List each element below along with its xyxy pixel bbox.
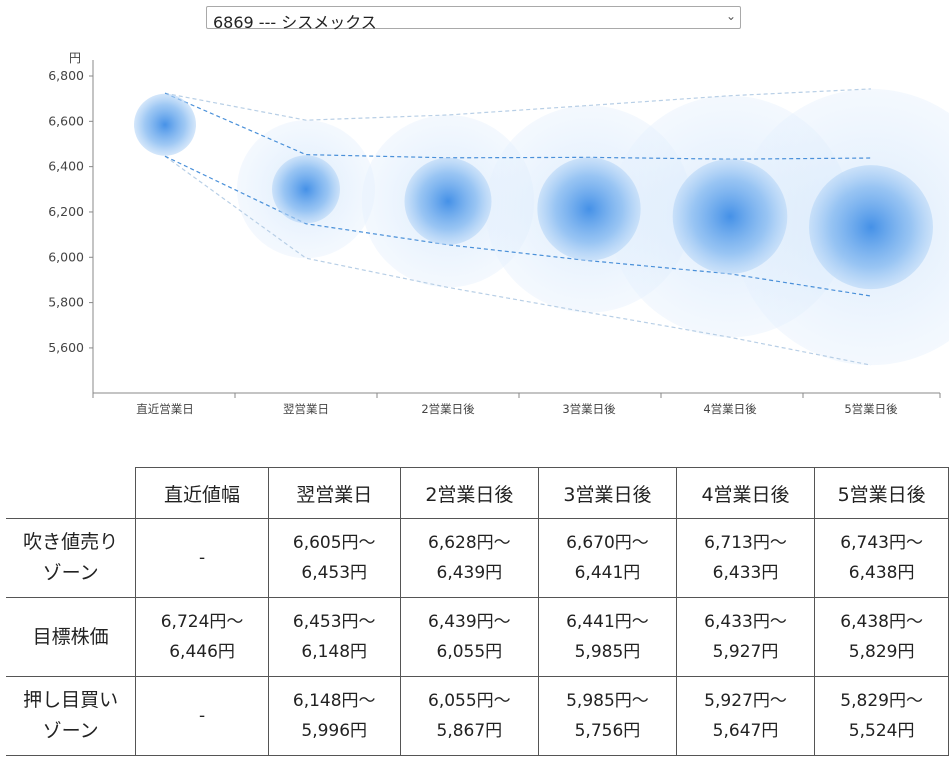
row-label-line: 目標株価 xyxy=(32,625,109,648)
table-cell: 5,985円～ 5,756円 xyxy=(538,676,677,756)
cell-line: 5,996円 xyxy=(301,721,368,741)
table-header-cell: 4営業日後 xyxy=(675,467,816,519)
y-tick-label: 6,800 xyxy=(48,68,84,83)
cell-line: 6,433円 xyxy=(712,563,779,583)
y-tick-label: 5,800 xyxy=(48,295,84,310)
cell-line: 5,829円 xyxy=(848,642,915,662)
x-tick-label: 4営業日後 xyxy=(703,402,757,416)
x-tick-label: 2営業日後 xyxy=(421,402,475,416)
table-cell: 6,628円～ 6,439円 xyxy=(399,518,540,598)
cell-line: 6,433円～ xyxy=(704,612,787,632)
y-tick-label: 6,600 xyxy=(48,113,84,128)
y-tick-label: 6,200 xyxy=(48,204,84,219)
row-label-line: 押し目買い xyxy=(23,689,119,711)
cell-line: 5,524円 xyxy=(848,721,915,741)
forecast-chart: 円 6,800 6,600 6,400 6,200 6,000 5,800 5,600 直近営業… xyxy=(48,51,949,416)
cell-line: 6,438円～ xyxy=(840,612,923,632)
table-corner-cell xyxy=(6,467,137,519)
cell-line: 5,867円 xyxy=(436,721,503,741)
stock-select[interactable]: 6869 --- シスメックス ⌄ xyxy=(206,6,741,32)
forecast-table: 直近値幅 翌営業日 2営業日後 3営業日後 4営業日後 5営業日後吹き値売りゾーン - 6,6… xyxy=(6,467,949,756)
cell-line: 6,605円～ xyxy=(292,533,376,553)
cell-line: 6,441円～ xyxy=(566,612,649,632)
cell-line: 6,439円～ xyxy=(428,612,511,632)
table-header-cell: 3営業日後 xyxy=(538,467,677,519)
cell-line: 6,148円 xyxy=(301,642,368,662)
cell-line: 5,829円～ xyxy=(840,691,923,711)
cell-line: 6,055円～ xyxy=(428,691,511,711)
cell-line: 5,756円 xyxy=(574,721,641,741)
table-cell: 6,439円～ 6,055円 xyxy=(399,597,540,677)
row-label-line: 吹き値売り xyxy=(23,531,119,553)
table-header-cell: 5営業日後 xyxy=(814,467,949,519)
table-cell: 6,055円～ 5,867円 xyxy=(399,676,540,756)
cell-line: 6,628円～ xyxy=(428,533,511,553)
table-cell: 6,670円～ 6,441円 xyxy=(538,518,677,598)
cell-line: 6,453円～ xyxy=(292,612,376,632)
target-bubble xyxy=(404,157,492,245)
x-tick-label: 直近営業日 xyxy=(136,402,194,416)
cell-line: 6,713円～ xyxy=(704,533,787,553)
y-tick-label: 5,600 xyxy=(48,340,84,355)
cell-line: 6,743円～ xyxy=(840,533,923,553)
y-tick-label: 6,000 xyxy=(48,249,84,264)
y-unit-label: 円 xyxy=(69,51,81,65)
cell-line: - xyxy=(198,548,206,568)
table-cell: 6,433円～ 5,927円 xyxy=(675,597,816,677)
cell-line: 6,670円～ xyxy=(566,533,649,553)
table-cell: - xyxy=(135,518,269,598)
cell-line: 6,446円 xyxy=(169,642,235,662)
table-cell: - xyxy=(135,676,269,756)
table-row: 目標株価 6,724円～ 6,446円 6,453円～ 6,148円 6,439円～ 6,0… xyxy=(6,597,949,677)
row-label: 押し目買い ゾーン xyxy=(6,676,137,756)
table-header-cell: 2営業日後 xyxy=(399,467,540,519)
table-cell: 6,441円～ 5,985円 xyxy=(538,597,677,677)
table-cell: 6,724円～ 6,446円 xyxy=(135,597,269,677)
cell-line: 5,927円～ xyxy=(704,691,787,711)
target-bubble xyxy=(272,155,340,224)
cell-line: 5,985円～ xyxy=(566,691,649,711)
table-cell: 5,927円～ 5,647円 xyxy=(675,676,816,756)
cell-line: 6,438円 xyxy=(848,563,915,583)
x-tick-label: 5営業日後 xyxy=(844,402,898,416)
cell-line: 6,724円～ xyxy=(160,612,244,632)
table-cell: 6,453円～ 6,148円 xyxy=(267,597,401,677)
y-tick-label: 6,400 xyxy=(48,159,84,174)
row-label: 吹き値売り ゾーン xyxy=(6,518,137,598)
table-cell: 6,438円～ 5,829円 xyxy=(814,597,949,677)
stock-select-value: 6869 --- シスメックス xyxy=(213,13,377,32)
row-label-line: ゾーン xyxy=(42,720,99,742)
cell-line: 6,055円 xyxy=(436,642,503,662)
cell-line: 5,927円 xyxy=(712,642,779,662)
target-bubble xyxy=(134,93,196,156)
table-cell: 6,605円～ 6,453円 xyxy=(267,518,401,598)
table-cell: 6,713円～ 6,433円 xyxy=(675,518,816,598)
table-header-cell: 直近値幅 xyxy=(135,467,269,519)
target-bubble xyxy=(672,159,788,274)
cell-line: 6,441円 xyxy=(574,563,641,583)
x-tick-label: 3営業日後 xyxy=(562,402,616,416)
table-cell: 6,743円～ 6,438円 xyxy=(814,518,949,598)
target-bubble xyxy=(809,165,933,290)
row-label-line: ゾーン xyxy=(42,562,99,584)
cell-line: 5,647円 xyxy=(712,721,779,741)
cell-line: 5,985円 xyxy=(574,642,641,662)
table-row: 押し目買いゾーン - 6,148円～ 5,996円 6,055円～ 5,867円 5,985… xyxy=(6,676,949,756)
x-tick-label: 翌営業日 xyxy=(283,402,329,416)
cell-line: 6,439円 xyxy=(436,563,503,583)
table-cell: 5,829円～ 5,524円 xyxy=(814,676,949,756)
row-label: 目標株価 xyxy=(6,597,137,677)
cell-line: 6,453円 xyxy=(301,563,368,583)
cell-line: 6,148円～ xyxy=(292,691,376,711)
table-row: 吹き値売りゾーン - 6,605円～ 6,453円 6,628円～ 6,439円 6,670… xyxy=(6,518,949,598)
table-header-cell: 翌営業日 xyxy=(267,467,401,519)
cell-line: - xyxy=(198,706,206,726)
table-cell: 6,148円～ 5,996円 xyxy=(267,676,401,756)
target-bubble xyxy=(537,157,641,261)
chevron-down-icon: ⌄ xyxy=(725,9,736,23)
